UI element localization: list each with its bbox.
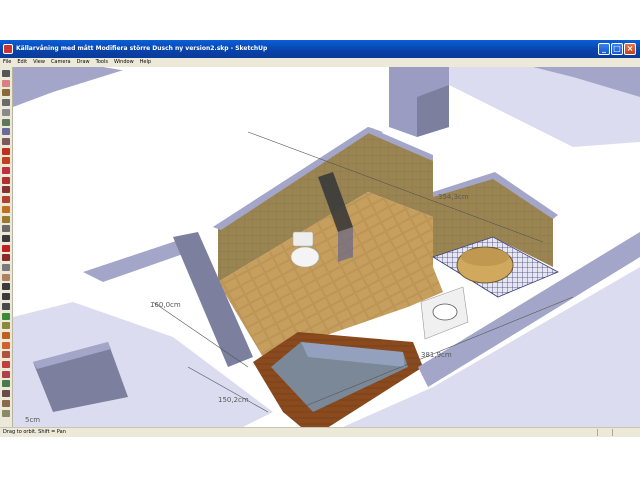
select-icon[interactable] xyxy=(2,70,10,77)
toilet-tank xyxy=(292,231,314,247)
circle-icon[interactable] xyxy=(2,108,10,116)
menu-bar: File Edit View Camera Draw Tools Window Help xyxy=(0,58,640,67)
pan-icon[interactable] xyxy=(2,273,10,281)
axes-icon[interactable] xyxy=(2,244,10,252)
polygon-icon[interactable] xyxy=(2,128,10,136)
top-wall-block xyxy=(13,67,133,107)
walk-icon[interactable] xyxy=(2,341,10,349)
push-pull-icon[interactable] xyxy=(2,157,10,165)
rotate-icon[interactable] xyxy=(2,167,10,174)
menu-view[interactable]: View xyxy=(30,58,48,67)
zoom-extents-icon[interactable] xyxy=(2,302,10,310)
dimension-label-3: 381,9cm xyxy=(421,351,452,359)
dimension-label-2: 160,0cm xyxy=(150,301,181,309)
window-title: Källarvåning med mått Modifiera större D… xyxy=(16,45,268,52)
model-canvas[interactable]: 354,3cm 160,0cm 381,9cm 150,2cm 5cm xyxy=(13,67,640,427)
follow-me-icon[interactable] xyxy=(2,176,10,184)
zoom-window-icon[interactable] xyxy=(2,293,10,301)
status-hint: Drag to orbit. Shift = Pan xyxy=(3,429,66,435)
minimize-button[interactable]: _ xyxy=(598,43,610,55)
tape-measure-icon[interactable] xyxy=(2,205,10,213)
title-bar[interactable]: Källarvåning med mått Modifiera större D… xyxy=(0,40,640,58)
maximize-button[interactable]: □ xyxy=(611,43,623,55)
paint-bucket-icon[interactable] xyxy=(2,370,10,378)
offset-icon[interactable] xyxy=(2,196,10,204)
move-icon[interactable] xyxy=(2,147,10,155)
3d-text-icon[interactable] xyxy=(2,254,10,262)
text-icon[interactable] xyxy=(2,234,10,242)
model-viewport[interactable]: 354,3cm 160,0cm 381,9cm 150,2cm 5cm xyxy=(13,67,640,427)
menu-window[interactable]: Window xyxy=(111,58,137,67)
protractor-icon[interactable] xyxy=(2,225,10,233)
dimension-label-4: 150,2cm xyxy=(218,396,249,404)
previous-view-icon[interactable] xyxy=(2,312,10,320)
freehand-icon[interactable] xyxy=(2,137,10,145)
status-bar: Drag to orbit. Shift = Pan xyxy=(0,427,640,437)
sink-basin xyxy=(432,303,458,321)
menu-file[interactable]: File xyxy=(0,58,14,67)
menu-camera[interactable]: Camera xyxy=(48,58,74,67)
arc-icon[interactable] xyxy=(2,118,10,126)
zoom-icon[interactable] xyxy=(2,283,10,291)
shower-round-rim xyxy=(461,248,509,266)
line-icon[interactable] xyxy=(2,99,10,107)
shower-glass-edge xyxy=(338,227,353,262)
menu-draw[interactable]: Draw xyxy=(74,58,93,67)
position-camera-icon[interactable] xyxy=(2,331,10,339)
dimension-label-5: 5cm xyxy=(25,416,40,424)
dimension-label-1: 354,3cm xyxy=(438,193,469,201)
rectangle-icon[interactable] xyxy=(2,89,10,97)
next-view-icon[interactable] xyxy=(2,322,10,330)
status-divider xyxy=(612,429,613,436)
close-button[interactable]: × xyxy=(624,43,636,55)
eraser-icon[interactable] xyxy=(2,79,10,87)
menu-tools[interactable]: Tools xyxy=(93,58,111,67)
app-icon xyxy=(3,44,13,54)
sketchup-window: Källarvåning med mått Modifiera större D… xyxy=(0,40,640,437)
orbit-icon[interactable] xyxy=(2,264,10,271)
top-wall-long xyxy=(103,67,393,127)
dimension-icon[interactable] xyxy=(2,215,10,223)
look-around-icon[interactable] xyxy=(2,351,10,359)
styles-icon[interactable] xyxy=(2,399,10,407)
toilet-bowl xyxy=(290,246,320,268)
materials-icon[interactable] xyxy=(2,390,10,398)
large-tool-set xyxy=(0,67,13,427)
scale-icon[interactable] xyxy=(2,186,10,194)
components-icon[interactable] xyxy=(2,380,10,388)
layers-icon[interactable] xyxy=(2,409,10,417)
status-divider xyxy=(597,429,598,436)
section-plane-icon[interactable] xyxy=(2,361,10,368)
menu-edit[interactable]: Edit xyxy=(14,58,30,67)
menu-help[interactable]: Help xyxy=(137,58,154,67)
